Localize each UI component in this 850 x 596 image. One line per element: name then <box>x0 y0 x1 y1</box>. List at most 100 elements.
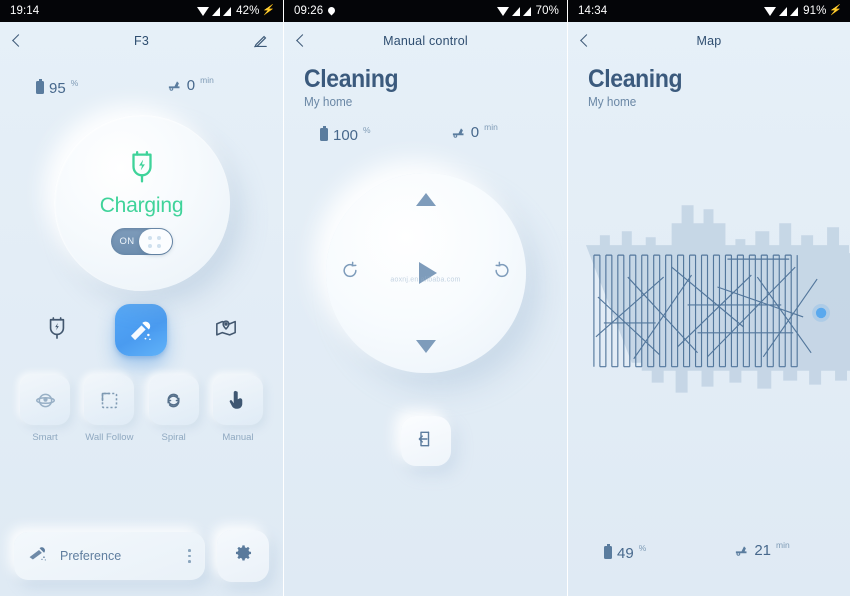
power-toggle[interactable]: ON <box>110 228 173 255</box>
device-stats: 100 % 0 min <box>284 123 567 144</box>
panel-manual-control: 09:26 70% Manual control Cleaning My hom… <box>283 0 567 596</box>
status-bar-right: 70% <box>496 5 559 17</box>
signal-icon <box>212 6 221 16</box>
rotate-ccw-icon[interactable] <box>340 261 360 286</box>
heading-subtitle: My home <box>304 95 353 109</box>
triangle-down-icon[interactable] <box>415 340 436 353</box>
exit-button[interactable] <box>400 416 451 466</box>
pencil-icon[interactable] <box>252 33 269 50</box>
robot-vacuum-icon <box>734 542 749 562</box>
battery-value: 49 <box>617 545 634 562</box>
dpad-wrap: aoxnj.en.alibaba.com <box>284 158 567 388</box>
clean-mode-row: Smart Wall Follow Spiral Manual <box>0 365 283 443</box>
smart-icon <box>20 375 70 425</box>
status-bar: 09:26 70% <box>284 0 567 22</box>
page-title: Manual control <box>383 34 468 48</box>
runtime-unit: min <box>776 540 790 550</box>
status-clock: 14:34 <box>578 5 608 17</box>
mode-wall-follow[interactable]: Wall Follow <box>80 375 138 443</box>
mode-label: Wall Follow <box>85 432 134 443</box>
battery-unit: % <box>638 543 647 553</box>
preference-label: Preference <box>60 549 122 563</box>
wifi-icon <box>197 6 210 16</box>
runtime-stat: 0 min <box>137 76 250 97</box>
action-row <box>0 295 283 365</box>
signal-icon <box>511 6 520 16</box>
direction-pad[interactable]: aoxnj.en.alibaba.com <box>325 173 526 373</box>
clean-start-button[interactable] <box>114 304 167 356</box>
runtime-stat: 21 min <box>704 541 816 562</box>
battery-value: 95 <box>49 80 66 97</box>
status-battery-percent: 70% <box>535 5 559 17</box>
panel-device-home: 19:14 42% ⚡ F3 95 % 0 min Charging ON Sm… <box>0 0 283 596</box>
mode-manual[interactable]: Manual <box>209 375 267 443</box>
map-canvas <box>585 205 850 393</box>
device-stats: 95 % 0 min <box>0 76 283 97</box>
heading-title: Cleaning <box>588 65 683 93</box>
map-walls <box>585 205 850 393</box>
robot-vacuum-icon <box>451 124 466 144</box>
watermark-text: aoxnj.en.alibaba.com <box>390 276 461 284</box>
screenshot-root: 19:14 42% ⚡ F3 95 % 0 min Charging ON Sm… <box>0 0 850 596</box>
charging-bolt-icon: ⚡ <box>828 5 844 16</box>
battery-stat: 95 % <box>24 78 137 97</box>
page-title: Map <box>696 34 722 48</box>
battery-icon <box>36 79 44 94</box>
rotate-cw-icon[interactable] <box>492 261 512 286</box>
heading-subtitle: My home <box>588 95 637 109</box>
status-label: Charging <box>99 194 184 217</box>
page-title: F3 <box>134 34 149 48</box>
settings-button[interactable] <box>217 530 269 582</box>
mode-smart[interactable]: Smart <box>16 375 74 443</box>
preference-button[interactable]: Preference <box>14 532 205 580</box>
nav-bar: Map <box>568 22 850 60</box>
status-bar: 14:34 91% ⚡ <box>568 0 850 22</box>
charging-bolt-icon: ⚡ <box>261 5 277 16</box>
status-circle-wrap: Charging ON <box>0 103 283 303</box>
battery-unit: % <box>363 125 371 135</box>
runtime-value: 21 <box>754 542 771 559</box>
cleaning-map[interactable] <box>568 127 850 457</box>
exit-wrap <box>284 416 567 466</box>
signal-icon <box>790 6 799 16</box>
page-heading: Cleaning My home <box>284 60 567 110</box>
mode-label: Manual <box>222 432 254 443</box>
heading-title: Cleaning <box>304 65 399 93</box>
nav-bar: Manual control <box>284 22 567 60</box>
spiral-icon <box>148 375 199 425</box>
robot-vacuum-icon <box>167 77 182 97</box>
more-vertical-icon[interactable] <box>188 549 191 563</box>
status-battery-percent: 91% <box>803 5 827 17</box>
map-pin-icon[interactable] <box>214 317 238 344</box>
charging-shield-icon <box>127 151 157 190</box>
status-bar-left: 09:26 <box>294 5 335 17</box>
status-bar-left: 19:14 <box>10 5 39 17</box>
vacuum-icon <box>28 545 50 568</box>
toggle-label: ON <box>119 236 135 247</box>
wall-follow-icon <box>84 375 135 425</box>
exit-icon <box>416 429 436 454</box>
bottom-bar: Preference <box>0 530 283 582</box>
page-heading: Cleaning My home <box>568 60 850 110</box>
battery-unit: % <box>70 78 79 88</box>
robot-position-halo <box>812 303 831 322</box>
nav-bar: F3 <box>0 22 283 60</box>
status-clock: 19:14 <box>10 5 40 17</box>
triangle-up-icon[interactable] <box>415 193 436 206</box>
status-bar-right: 91% ⚡ <box>764 5 844 17</box>
status-circle: Charging ON <box>53 115 230 291</box>
runtime-value: 0 <box>186 77 196 94</box>
runtime-stat: 0 min <box>421 123 534 144</box>
status-bar-left: 14:34 <box>578 5 607 17</box>
toggle-knob <box>138 229 172 254</box>
shield-bolt-icon[interactable] <box>46 316 68 345</box>
signal-icon <box>223 6 232 16</box>
mode-spiral[interactable]: Spiral <box>145 375 203 443</box>
signal-icon <box>522 6 531 16</box>
signal-icon <box>779 6 788 16</box>
wifi-icon <box>496 6 509 16</box>
status-battery-percent: 42% <box>236 5 260 17</box>
battery-stat: 49 % <box>592 543 704 562</box>
gear-icon <box>234 544 253 568</box>
mode-label: Smart <box>32 432 58 443</box>
